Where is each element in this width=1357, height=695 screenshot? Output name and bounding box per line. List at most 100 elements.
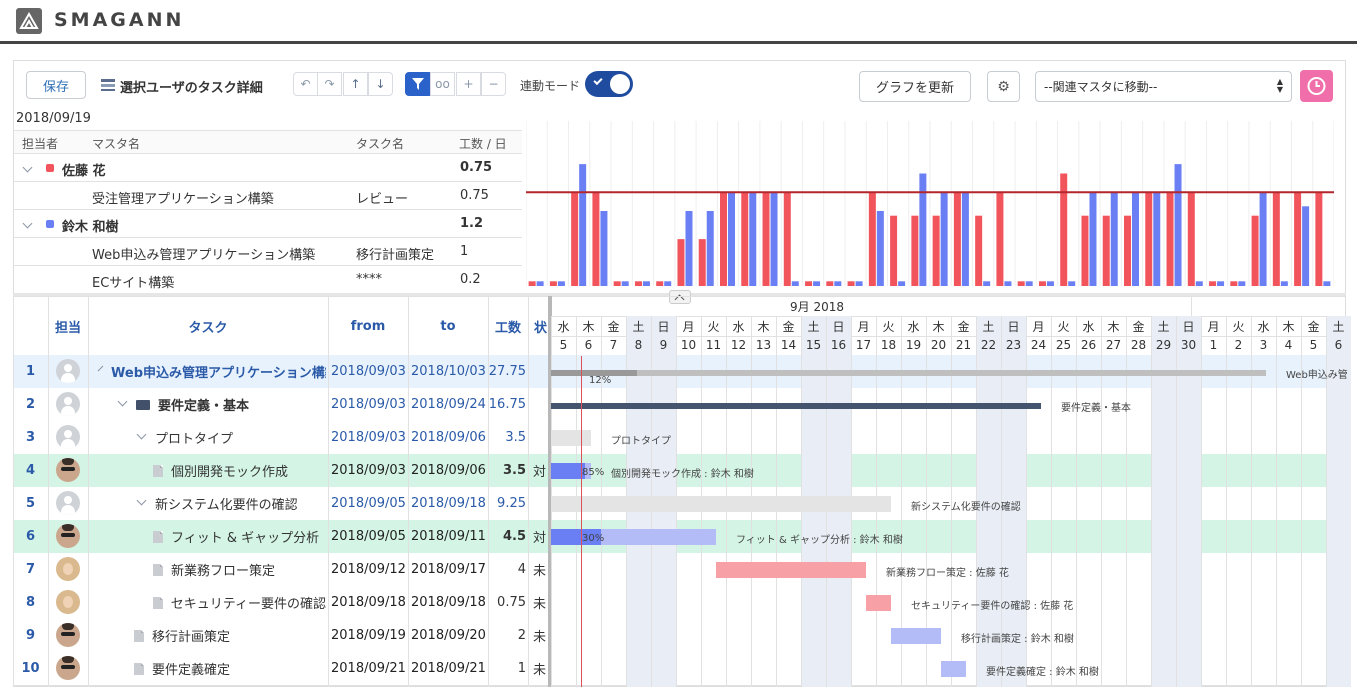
col-status-header[interactable]: 状 — [528, 296, 548, 356]
effort-value[interactable]: 27.75 — [488, 355, 526, 388]
to-date[interactable]: 2018/09/06 — [411, 421, 488, 454]
status-value[interactable]: 対 — [533, 454, 548, 487]
avatar[interactable] — [56, 524, 80, 548]
avatar[interactable] — [56, 590, 80, 614]
status-value[interactable] — [533, 388, 548, 421]
to-date[interactable]: 2018/09/18 — [411, 586, 488, 619]
from-date[interactable]: 2018/09/03 — [331, 388, 408, 421]
move-down-button[interactable]: ↓ — [368, 72, 393, 96]
avatar[interactable] — [56, 392, 80, 416]
effort-value[interactable]: 4 — [488, 553, 526, 586]
gantt-bar[interactable] — [941, 661, 966, 677]
from-date[interactable]: 2018/09/12 — [331, 553, 408, 586]
avatar[interactable] — [56, 458, 80, 482]
gantt-bar[interactable] — [551, 529, 716, 545]
to-date[interactable]: 2018/09/11 — [411, 520, 488, 553]
to-date[interactable]: 2018/09/18 — [411, 487, 488, 520]
collapse-button[interactable] — [669, 290, 691, 305]
task-name-cell[interactable]: 要件定義確定 — [134, 652, 326, 685]
chevron-down-icon[interactable] — [136, 429, 147, 440]
filter-button[interactable] — [405, 72, 430, 96]
to-date[interactable]: 2018/09/17 — [411, 553, 488, 586]
undo-button[interactable]: ↶ — [293, 72, 318, 96]
status-value[interactable]: 未 — [533, 652, 548, 685]
status-value[interactable] — [533, 355, 548, 388]
task-name-cell[interactable]: 新業務フロー策定 — [153, 553, 326, 586]
gantt-bar[interactable] — [866, 595, 891, 611]
status-value[interactable]: 未 — [533, 553, 548, 586]
chart-bar — [1081, 215, 1089, 286]
col-effort-header[interactable]: 工数 — [488, 296, 528, 356]
effort-value[interactable]: 16.75 — [488, 388, 526, 421]
task-name-cell[interactable]: プロトタイプ — [134, 421, 326, 454]
status-value[interactable] — [533, 421, 548, 454]
gantt-bar[interactable] — [551, 496, 891, 512]
update-graph-button[interactable]: グラフを更新 — [859, 71, 971, 102]
move-up-button[interactable]: ↑ — [343, 72, 368, 96]
from-date[interactable]: 2018/09/21 — [331, 652, 408, 685]
gantt-bar[interactable] — [551, 370, 1266, 376]
from-date[interactable]: 2018/09/03 — [331, 454, 408, 487]
chevron-down-icon[interactable] — [22, 218, 33, 229]
chevron-down-icon[interactable] — [117, 396, 128, 407]
status-value[interactable]: 対 — [533, 520, 548, 553]
task-name-cell[interactable]: フィット & ギャップ分析 — [153, 520, 326, 553]
status-value[interactable]: 未 — [533, 586, 548, 619]
to-date[interactable]: 2018/09/24 — [411, 388, 488, 421]
effort-value[interactable]: 1 — [488, 652, 526, 685]
to-date[interactable]: 2018/09/20 — [411, 619, 488, 652]
chevron-down-icon[interactable] — [97, 365, 104, 372]
avatar[interactable] — [56, 359, 80, 383]
effort-value[interactable]: 2 — [488, 619, 526, 652]
remove-button[interactable]: − — [481, 72, 506, 96]
gantt-bar[interactable] — [551, 430, 591, 446]
from-date[interactable]: 2018/09/19 — [331, 619, 408, 652]
task-name-cell[interactable]: 移行計画策定 — [134, 619, 326, 652]
avatar[interactable] — [56, 656, 80, 680]
status-value[interactable] — [533, 487, 548, 520]
col-from-header[interactable]: from — [328, 296, 408, 356]
chevron-down-icon[interactable] — [136, 495, 147, 506]
from-date[interactable]: 2018/09/03 — [331, 355, 408, 388]
from-date[interactable]: 2018/09/05 — [331, 487, 408, 520]
task-name-cell[interactable]: セキュリティー要件の確認 — [153, 586, 326, 619]
task-name-cell[interactable]: 要件定義・基本 — [115, 388, 326, 421]
redo-button[interactable]: ↷ — [317, 72, 342, 96]
to-date[interactable]: 2018/09/21 — [411, 652, 488, 685]
gantt-bar[interactable] — [891, 628, 941, 644]
effort-value[interactable]: 3.5 — [488, 421, 526, 454]
add-button[interactable]: + — [456, 72, 481, 96]
gantt-bar[interactable] — [551, 403, 1041, 409]
effort-value[interactable]: 4.5 — [488, 520, 526, 553]
to-date[interactable]: 2018/10/03 — [411, 355, 488, 388]
clock-button[interactable] — [1300, 70, 1333, 102]
avatar[interactable] — [56, 491, 80, 515]
effort-value[interactable]: 0.75 — [488, 586, 526, 619]
effort-value[interactable]: 9.25 — [488, 487, 526, 520]
save-button[interactable]: 保存 — [26, 71, 86, 99]
col-to-header[interactable]: to — [408, 296, 488, 356]
task-name-cell[interactable]: 新システム化要件の確認 — [134, 487, 326, 520]
task-name-cell[interactable]: Web申込み管理アプリケーション構築 — [96, 355, 326, 388]
summary-group-row[interactable]: 佐藤 花 0.75 — [14, 154, 522, 182]
sync-mode-toggle[interactable] — [585, 71, 633, 97]
glasses-button[interactable]: oo — [430, 72, 455, 96]
col-task-header[interactable]: タスク — [88, 296, 328, 356]
settings-button[interactable]: ⚙ — [987, 71, 1020, 102]
summary-group-row[interactable]: 鈴木 和樹 1.2 — [14, 210, 522, 238]
status-value[interactable]: 未 — [533, 619, 548, 652]
to-date[interactable]: 2018/09/06 — [411, 454, 488, 487]
effort-value[interactable]: 3.5 — [488, 454, 526, 487]
gantt-bar[interactable] — [716, 562, 866, 578]
col-owner-header[interactable]: 担当 — [48, 296, 88, 356]
from-date[interactable]: 2018/09/05 — [331, 520, 408, 553]
master-select[interactable]: --関連マスタに移動-- ▲ ▼ — [1035, 71, 1292, 102]
row-number: 5 — [25, 496, 36, 511]
from-date[interactable]: 2018/09/18 — [331, 586, 408, 619]
chevron-down-icon[interactable] — [22, 162, 33, 173]
avatar[interactable] — [56, 557, 80, 581]
task-name-cell[interactable]: 個別開発モック作成 — [153, 454, 326, 487]
avatar[interactable] — [56, 623, 80, 647]
from-date[interactable]: 2018/09/03 — [331, 421, 408, 454]
avatar[interactable] — [56, 425, 80, 449]
